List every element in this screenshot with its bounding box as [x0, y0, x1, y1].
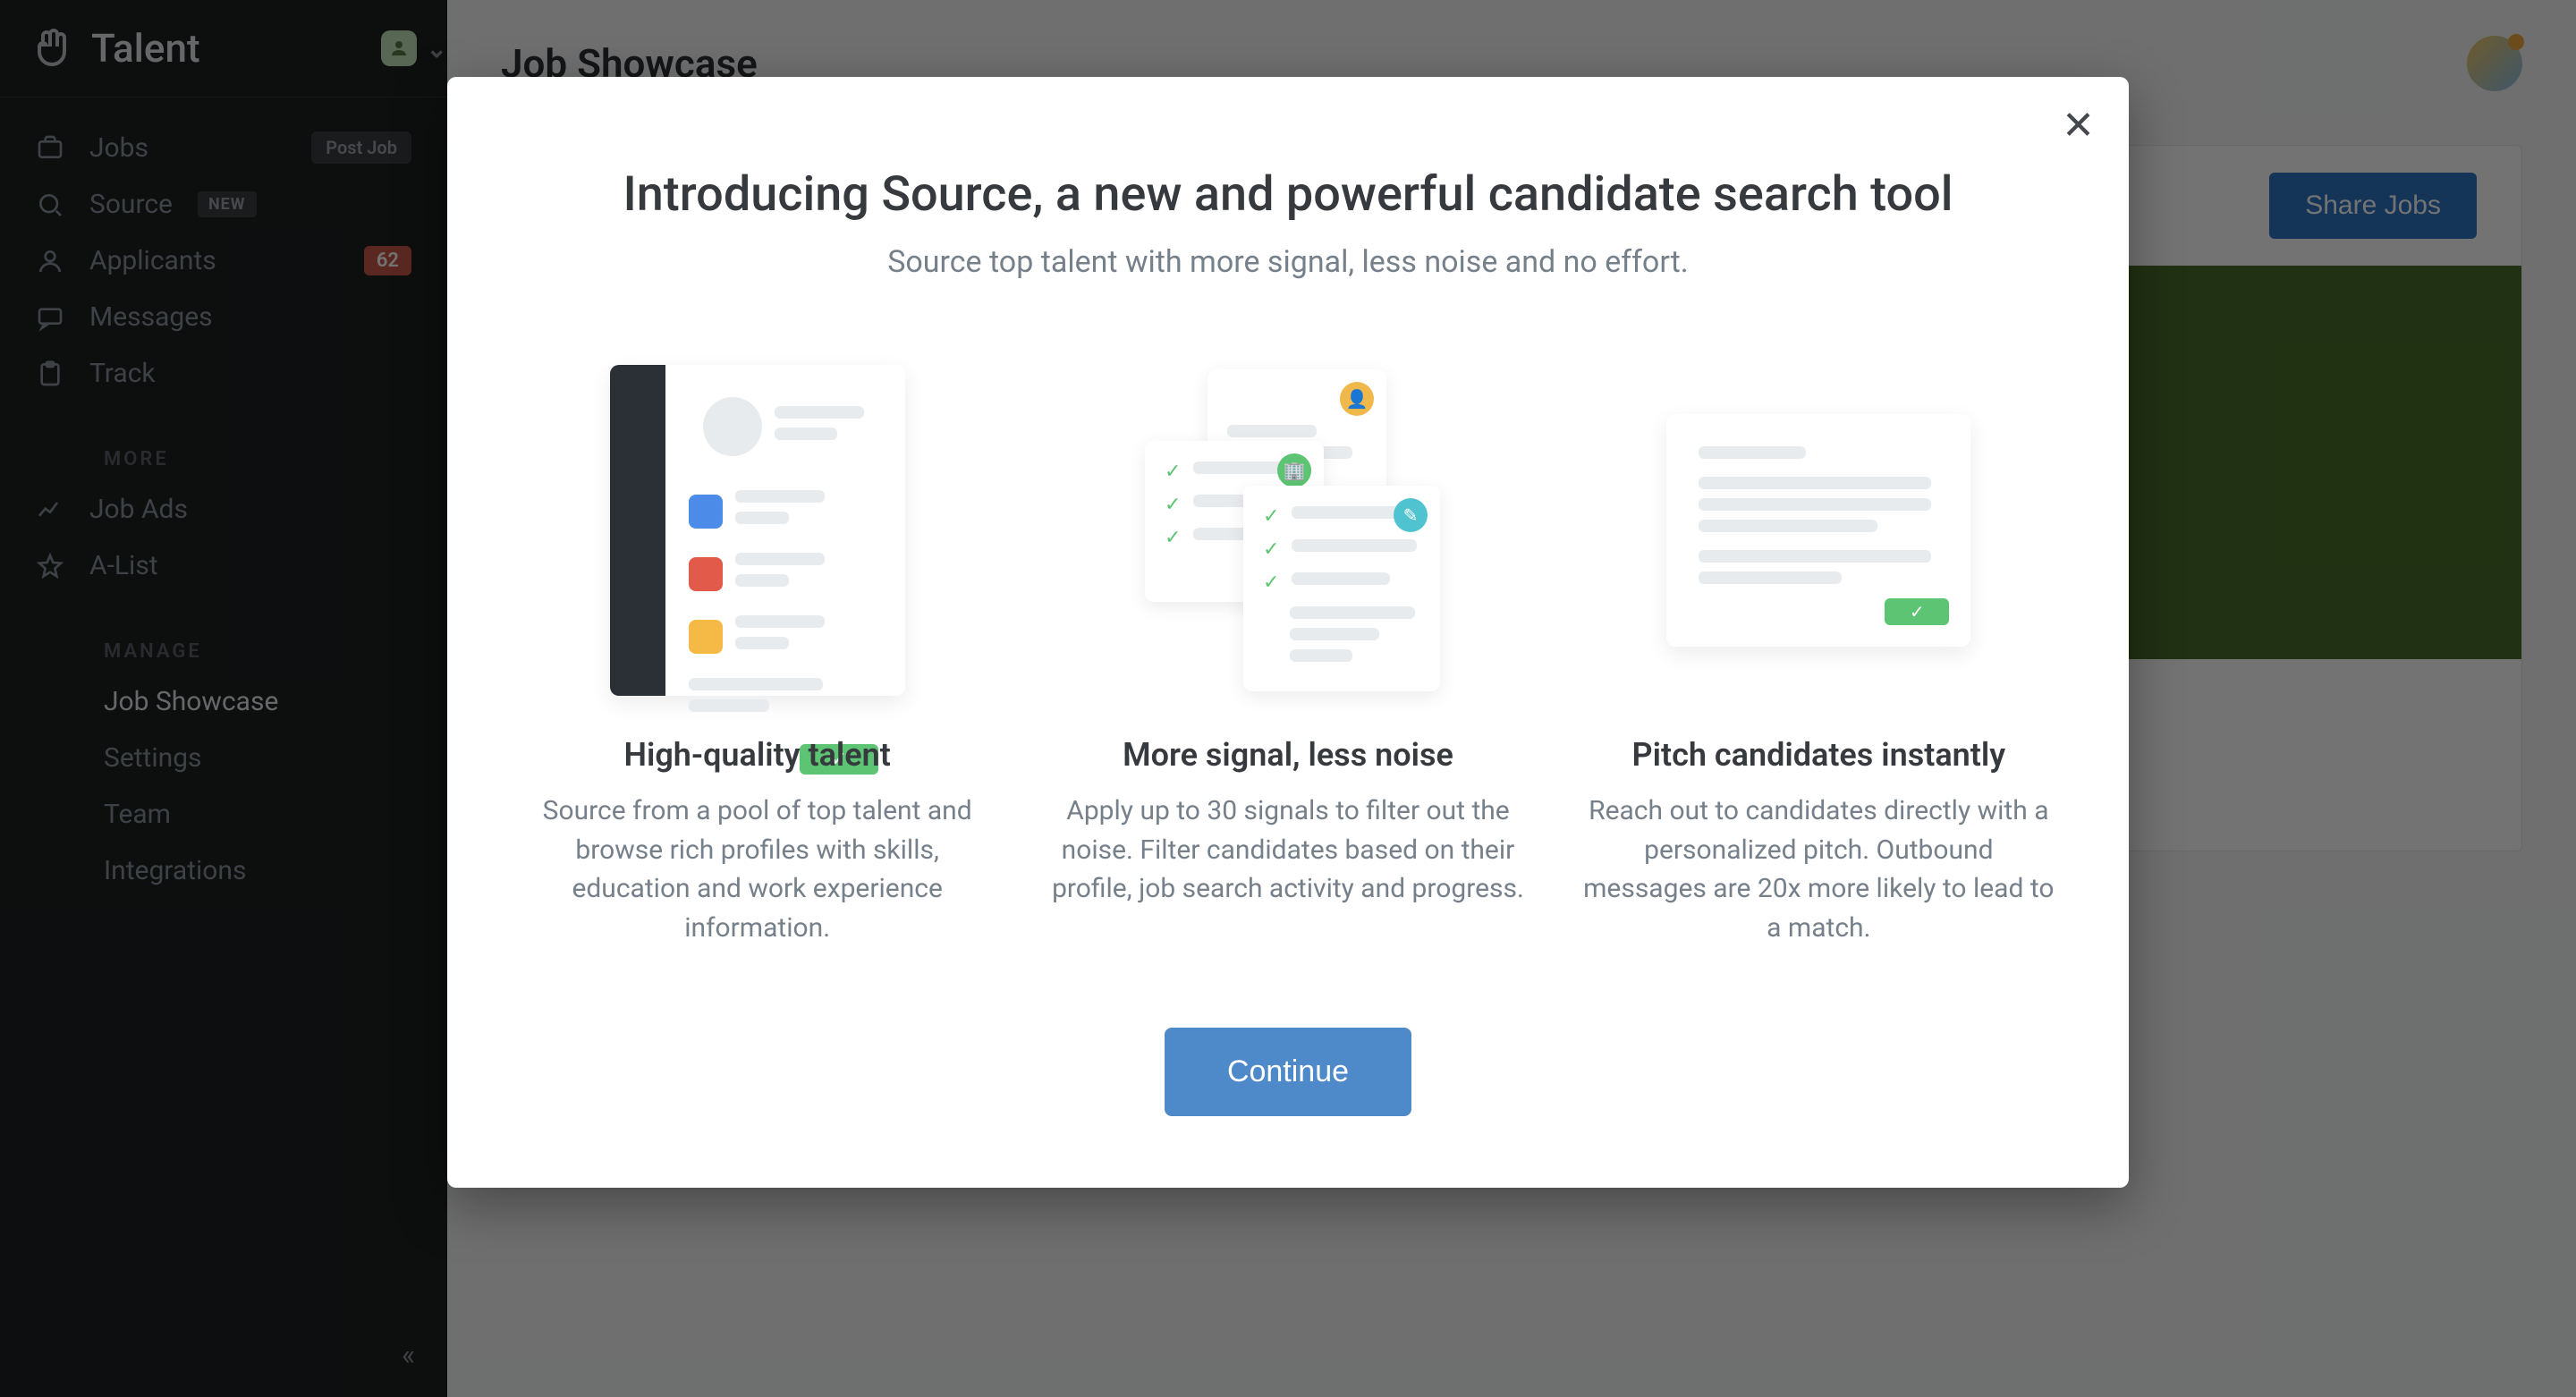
feature-title: High-quality talent [519, 736, 996, 774]
check-icon: ✓ [1165, 461, 1181, 483]
modal-subtitle: Source top talent with more signal, less… [519, 244, 2057, 280]
feature-pitch-instantly: ✓ Pitch candidates instantly Reach out t… [1580, 360, 2057, 947]
modal-title: Introducing Source, a new and powerful c… [519, 166, 2057, 223]
badge-icon: 👤 [1340, 382, 1374, 416]
check-icon: ✓ [1263, 505, 1279, 528]
check-icon: ✓ [1885, 598, 1949, 625]
intro-modal: ✕ Introducing Source, a new and powerful… [447, 77, 2129, 1188]
check-icon: ✓ [1263, 538, 1279, 561]
feature-illustration: ✓ [519, 360, 996, 700]
feature-title: More signal, less noise [1049, 736, 1526, 774]
feature-desc: Reach out to candidates directly with a … [1580, 792, 2057, 947]
feature-illustration: 👤 🏢 ✓ ✓ ✓ ✎ ✓ ✓ ✓ [1049, 360, 1526, 700]
check-icon: ✓ [1165, 494, 1181, 516]
feature-title: Pitch candidates instantly [1580, 736, 2057, 774]
feature-illustration: ✓ [1580, 360, 2057, 700]
feature-high-quality: ✓ High-quality talent Source from a pool… [519, 360, 996, 947]
features-row: ✓ High-quality talent Source from a pool… [519, 360, 2057, 947]
feature-more-signal: 👤 🏢 ✓ ✓ ✓ ✎ ✓ ✓ ✓ [1049, 360, 1526, 947]
continue-button[interactable]: Continue [1165, 1028, 1411, 1116]
badge-icon: 🏢 [1277, 453, 1311, 487]
close-icon[interactable]: ✕ [2062, 102, 2095, 148]
check-icon: ✓ [1263, 572, 1279, 594]
feature-desc: Apply up to 30 signals to filter out the… [1049, 792, 1526, 909]
badge-icon: ✎ [1394, 498, 1428, 532]
feature-desc: Source from a pool of top talent and bro… [519, 792, 996, 947]
check-icon: ✓ [1165, 527, 1181, 549]
